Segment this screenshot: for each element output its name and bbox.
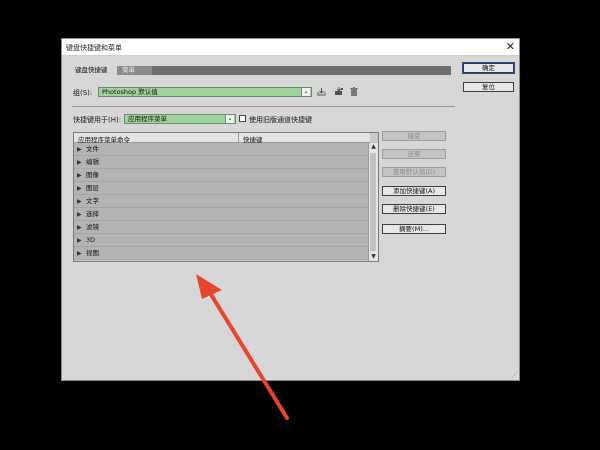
- annotation-arrow-icon: [196, 274, 289, 420]
